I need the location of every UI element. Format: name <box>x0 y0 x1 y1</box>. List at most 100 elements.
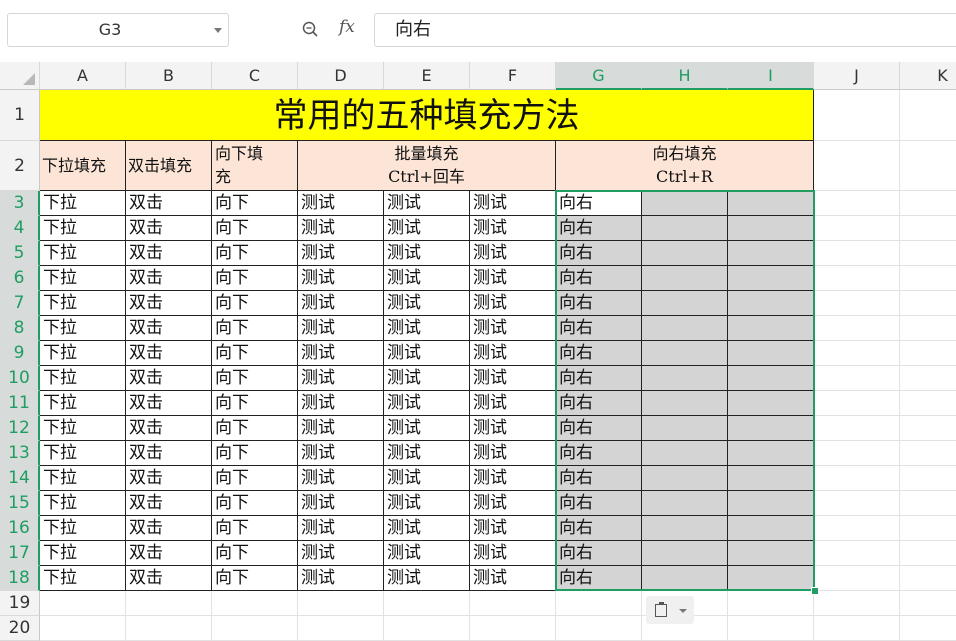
cell[interactable]: 双击 <box>126 241 212 266</box>
cell[interactable]: 双击 <box>126 316 212 341</box>
cell[interactable]: 向下 <box>212 541 298 566</box>
cell[interactable]: 双击 <box>126 416 212 441</box>
cell[interactable]: 测试 <box>384 391 470 416</box>
empty-cell[interactable] <box>900 316 956 341</box>
cell[interactable] <box>728 316 814 341</box>
cell[interactable]: 双击 <box>126 566 212 591</box>
header-double-click[interactable]: 双击填充 <box>126 141 212 191</box>
row-header-16[interactable]: 16 <box>0 516 40 541</box>
cell[interactable]: 双击 <box>126 516 212 541</box>
cell[interactable]: 测试 <box>384 316 470 341</box>
header-batch-fill[interactable]: 批量填充 Ctrl+回车 <box>298 141 556 191</box>
empty-cell[interactable] <box>814 341 900 366</box>
empty-cell[interactable] <box>900 90 956 141</box>
cell[interactable]: 测试 <box>470 466 556 491</box>
cell[interactable]: 测试 <box>384 466 470 491</box>
empty-cell[interactable] <box>556 616 642 641</box>
empty-cell[interactable] <box>212 616 298 641</box>
empty-cell[interactable] <box>814 90 900 141</box>
empty-cell[interactable] <box>900 441 956 466</box>
empty-cell[interactable] <box>814 416 900 441</box>
empty-cell[interactable] <box>556 591 642 616</box>
cell[interactable]: 双击 <box>126 266 212 291</box>
empty-cell[interactable] <box>900 191 956 216</box>
cell[interactable]: 测试 <box>384 241 470 266</box>
cell[interactable]: 测试 <box>384 291 470 316</box>
row-header-4[interactable]: 4 <box>0 216 40 241</box>
row-header-13[interactable]: 13 <box>0 441 40 466</box>
row-header-12[interactable]: 12 <box>0 416 40 441</box>
cell[interactable]: 测试 <box>470 191 556 216</box>
cell[interactable]: 下拉 <box>40 516 126 541</box>
empty-cell[interactable] <box>814 241 900 266</box>
empty-cell[interactable] <box>900 341 956 366</box>
cell[interactable] <box>642 491 728 516</box>
empty-cell[interactable] <box>900 291 956 316</box>
fill-handle[interactable] <box>811 587 819 595</box>
cell[interactable] <box>728 291 814 316</box>
cell[interactable]: 向右 <box>556 416 642 441</box>
column-header-f[interactable]: F <box>470 62 556 90</box>
empty-cell[interactable] <box>814 541 900 566</box>
empty-cell[interactable] <box>814 141 900 191</box>
cell[interactable]: 双击 <box>126 541 212 566</box>
empty-cell[interactable] <box>298 616 384 641</box>
empty-cell[interactable] <box>900 491 956 516</box>
cell[interactable]: 测试 <box>384 266 470 291</box>
cell[interactable]: 测试 <box>298 216 384 241</box>
empty-cell[interactable] <box>126 616 212 641</box>
cell[interactable]: 双击 <box>126 191 212 216</box>
cell[interactable] <box>642 341 728 366</box>
row-header-10[interactable]: 10 <box>0 366 40 391</box>
cell[interactable] <box>728 391 814 416</box>
empty-cell[interactable] <box>900 541 956 566</box>
cell[interactable]: 双击 <box>126 341 212 366</box>
cell[interactable]: 向下 <box>212 366 298 391</box>
cell[interactable]: 下拉 <box>40 191 126 216</box>
cell[interactable]: 向右 <box>556 491 642 516</box>
cell[interactable] <box>642 316 728 341</box>
row-header-8[interactable]: 8 <box>0 316 40 341</box>
empty-cell[interactable] <box>814 591 900 616</box>
cell[interactable]: 向下 <box>212 566 298 591</box>
cell[interactable]: 向右 <box>556 391 642 416</box>
cell[interactable]: 双击 <box>126 491 212 516</box>
cell[interactable]: 测试 <box>470 241 556 266</box>
cell[interactable] <box>728 191 814 216</box>
empty-cell[interactable] <box>470 616 556 641</box>
empty-cell[interactable] <box>900 416 956 441</box>
empty-cell[interactable] <box>900 616 956 641</box>
cell[interactable] <box>642 466 728 491</box>
row-header-3[interactable]: 3 <box>0 191 40 216</box>
cell[interactable]: 测试 <box>298 441 384 466</box>
cell[interactable] <box>728 516 814 541</box>
empty-cell[interactable] <box>814 466 900 491</box>
cell[interactable]: 测试 <box>298 566 384 591</box>
row-header-20[interactable]: 20 <box>0 616 40 641</box>
cell[interactable]: 测试 <box>384 541 470 566</box>
empty-cell[interactable] <box>900 566 956 591</box>
empty-cell[interactable] <box>298 591 384 616</box>
column-header-h[interactable]: H <box>642 62 728 90</box>
cell[interactable]: 测试 <box>298 366 384 391</box>
cell[interactable]: 测试 <box>470 566 556 591</box>
cell[interactable] <box>642 441 728 466</box>
empty-cell[interactable] <box>900 591 956 616</box>
cell[interactable]: 向下 <box>212 266 298 291</box>
cell[interactable]: 下拉 <box>40 466 126 491</box>
column-header-i[interactable]: I <box>728 62 814 90</box>
empty-cell[interactable] <box>900 391 956 416</box>
cell[interactable]: 下拉 <box>40 441 126 466</box>
cell[interactable]: 下拉 <box>40 266 126 291</box>
cell[interactable]: 向右 <box>556 291 642 316</box>
cell[interactable] <box>728 491 814 516</box>
header-fill-right[interactable]: 向右填充 Ctrl+R <box>556 141 814 191</box>
cell[interactable] <box>728 541 814 566</box>
column-header-j[interactable]: J <box>814 62 900 90</box>
cell[interactable]: 向下 <box>212 516 298 541</box>
empty-cell[interactable] <box>814 316 900 341</box>
cell[interactable]: 测试 <box>470 366 556 391</box>
cell[interactable]: 双击 <box>126 216 212 241</box>
cell[interactable] <box>642 266 728 291</box>
cell[interactable]: 下拉 <box>40 366 126 391</box>
